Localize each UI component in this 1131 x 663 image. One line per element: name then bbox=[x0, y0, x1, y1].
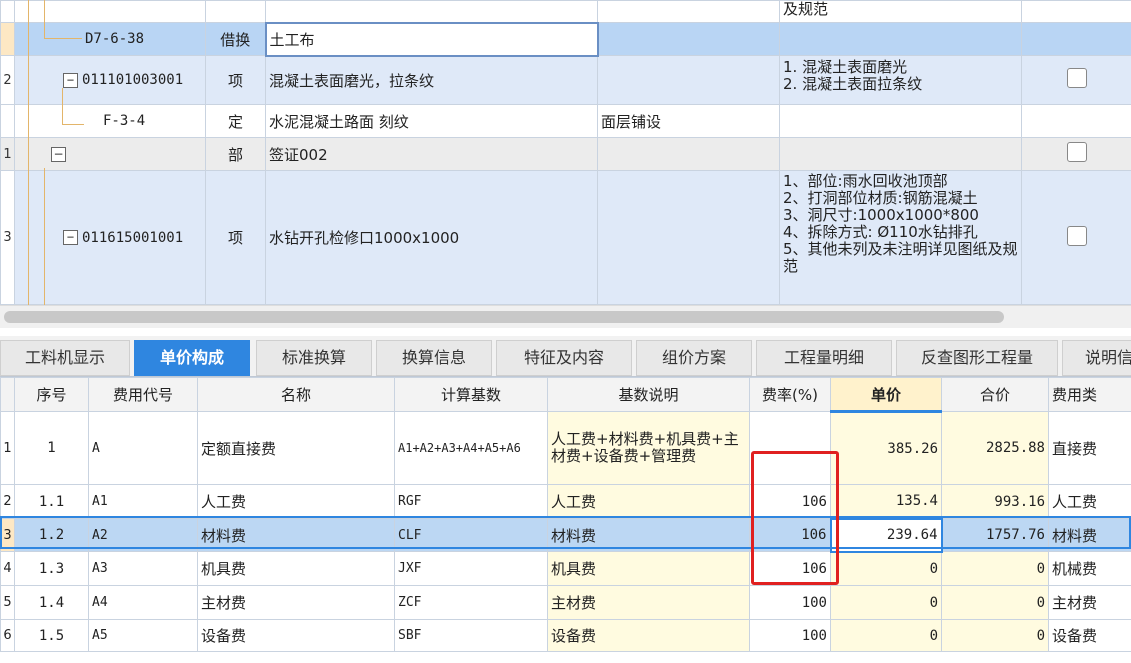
table-row[interactable]: F-3-4 定 水泥混凝土路面 刻纹 面层铺设 bbox=[0, 104, 1131, 138]
table-row[interactable]: 4 1.3 A3 机具费 JXF 机具费 106 0 0 机械费 bbox=[0, 551, 1131, 586]
checkbox[interactable] bbox=[1066, 142, 1087, 162]
tab-description[interactable]: 说明信 bbox=[1062, 340, 1131, 376]
name-cell: 水泥混凝土路面 刻纹 bbox=[265, 104, 598, 138]
tab-pricing-scheme[interactable]: 组价方案 bbox=[636, 340, 752, 376]
tree-line bbox=[62, 124, 84, 125]
table-row[interactable]: 3 1.2 A2 材料费 CLF 材料费 106 239.64 1757.76 … bbox=[0, 517, 1131, 553]
name-cell: 签证002 bbox=[265, 137, 598, 171]
col-header-seq[interactable]: 序号 bbox=[14, 377, 89, 412]
code-cell: F-3-4 bbox=[14, 104, 206, 138]
desc-cell: 1、部位:雨水回收池顶部 2、打洞部位材质:钢筋混凝土 3、洞尺寸:1000x1… bbox=[779, 170, 1022, 305]
col-header-code[interactable]: 费用代号 bbox=[88, 377, 198, 412]
bill-items-grid: 及规范 D7-6-38 借换 土工布 2 −011101003001 项 混凝土… bbox=[0, 0, 1131, 305]
table-row[interactable]: 5 1.4 A4 主材费 ZCF 主材费 100 0 0 主材费 bbox=[0, 585, 1131, 620]
tab-features[interactable]: 特征及内容 bbox=[496, 340, 632, 376]
unit-price-grid: 序号 费用代号 名称 计算基数 基数说明 费率(%) 单价 合价 费用类 1 1… bbox=[0, 377, 1131, 652]
tree-line bbox=[28, 0, 29, 305]
table-row[interactable]: 2 1.1 A1 人工费 RGF 人工费 106 135.4 993.16 人工… bbox=[0, 484, 1131, 519]
col-header-name[interactable]: 名称 bbox=[197, 377, 395, 412]
table-row[interactable]: 1 − 部 签证002 bbox=[0, 137, 1131, 171]
table-row[interactable]: 2 −011101003001 项 混凝土表面磨光，拉条纹 1. 混凝土表面磨光… bbox=[0, 55, 1131, 105]
tab-standard-conversion[interactable]: 标准换算 bbox=[256, 340, 372, 376]
tab-bar: 工料机显示 单价构成 标准换算 换算信息 特征及内容 组价方案 工程量明细 反查… bbox=[0, 336, 1131, 377]
collapse-icon[interactable]: − bbox=[51, 147, 66, 162]
col-header-base[interactable]: 计算基数 bbox=[394, 377, 548, 412]
col-header-total[interactable]: 合价 bbox=[941, 377, 1049, 412]
col-header-price[interactable]: 单价 bbox=[830, 377, 942, 413]
name-cell: 水钻开孔检修口1000x1000 bbox=[265, 170, 598, 305]
checkbox[interactable] bbox=[1066, 225, 1087, 246]
tree-line bbox=[44, 168, 45, 305]
type-cell: 项 bbox=[205, 55, 266, 105]
table-row[interactable]: 3 −011615001001 项 水钻开孔检修口1000x1000 1、部位:… bbox=[0, 170, 1131, 305]
code-cell: 011615001001 bbox=[82, 229, 184, 246]
collapse-icon[interactable]: − bbox=[63, 72, 78, 88]
scrollbar-thumb[interactable] bbox=[4, 311, 1004, 323]
tree-line bbox=[62, 88, 63, 124]
name-edit-cell[interactable]: 土工布 bbox=[264, 21, 599, 57]
col-header-type[interactable]: 费用类 bbox=[1048, 377, 1131, 412]
tree-line bbox=[44, 38, 82, 39]
desc-cell: 及规范 bbox=[779, 0, 1022, 23]
col-header-rate[interactable]: 费率(%) bbox=[749, 377, 831, 412]
type-cell: 定 bbox=[205, 104, 266, 138]
tree-line bbox=[44, 0, 45, 38]
checkbox[interactable] bbox=[1066, 68, 1087, 88]
header-row: 序号 费用代号 名称 计算基数 基数说明 费率(%) 单价 合价 费用类 bbox=[0, 377, 1131, 413]
col-header-base-desc[interactable]: 基数说明 bbox=[547, 377, 750, 412]
tab-quantity-detail[interactable]: 工程量明细 bbox=[756, 340, 892, 376]
name-cell: 混凝土表面磨光，拉条纹 bbox=[265, 55, 598, 105]
feature-cell: 面层铺设 bbox=[597, 104, 780, 138]
type-cell: 借换 bbox=[205, 22, 266, 56]
horizontal-scrollbar[interactable] bbox=[0, 305, 1131, 328]
table-row[interactable]: D7-6-38 借换 土工布 bbox=[0, 21, 1131, 57]
tab-conversion-info[interactable]: 换算信息 bbox=[376, 340, 492, 376]
tab-unit-price[interactable]: 单价构成 bbox=[134, 340, 250, 376]
tab-material-display[interactable]: 工料机显示 bbox=[0, 340, 130, 376]
table-row[interactable]: 1 1 A 定额直接费 A1+A2+A3+A4+A5+A6 人工费+材料费+机具… bbox=[0, 411, 1131, 485]
tab-reverse-check[interactable]: 反查图形工程量 bbox=[896, 340, 1058, 376]
desc-cell: 1. 混凝土表面磨光 2. 混凝土表面拉条纹 bbox=[779, 55, 1022, 105]
code-cell: 011101003001 bbox=[82, 72, 184, 88]
table-row[interactable]: 6 1.5 A5 设备费 SBF 设备费 100 0 0 设备费 bbox=[0, 619, 1131, 652]
collapse-icon[interactable]: − bbox=[63, 230, 78, 245]
table-row[interactable]: 及规范 bbox=[0, 0, 1131, 23]
type-cell: 项 bbox=[205, 170, 266, 305]
type-cell: 部 bbox=[205, 137, 266, 171]
price-edit-cell[interactable]: 239.64 bbox=[829, 517, 943, 553]
